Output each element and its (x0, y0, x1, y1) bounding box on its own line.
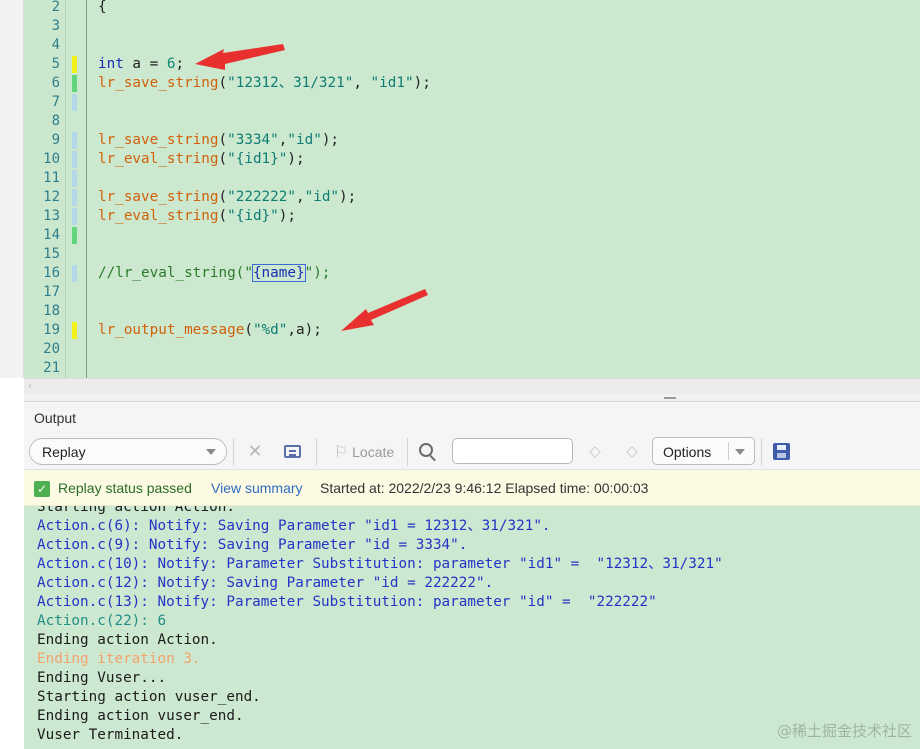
replay-status-text: Replay status passed (58, 480, 192, 496)
check-icon: ✓ (34, 481, 50, 497)
log-line: Action.c(10): Notify: Parameter Substitu… (37, 556, 723, 572)
chevron-down-icon[interactable] (735, 449, 745, 455)
log-line: Action.c(12): Notify: Saving Parameter "… (37, 575, 494, 591)
log-mode-value: Replay (42, 444, 86, 460)
horizontal-scrollbar[interactable]: ‹ (24, 378, 920, 394)
panel-splitter[interactable] (24, 394, 920, 402)
toolbar-separator (233, 438, 234, 466)
output-panel-header: Output (24, 402, 920, 432)
log-line: Action.c(9): Notify: Saving Parameter "i… (37, 537, 468, 553)
locate-button[interactable]: ⚐ Locate (326, 438, 402, 465)
flag-icon: ⚐ (333, 441, 349, 461)
chevron-down-icon (206, 449, 216, 455)
watermark: @稀土掘金技术社区 (776, 722, 912, 740)
log-mode-select[interactable]: Replay (29, 438, 227, 465)
find-next-button[interactable]: ◇ (621, 438, 643, 465)
log-line: Action.c(6): Notify: Saving Parameter "i… (37, 518, 551, 534)
scroll-left-icon[interactable]: ‹ (28, 381, 32, 393)
export-log-button[interactable] (280, 438, 304, 465)
export-icon (283, 445, 301, 458)
toolbar-separator (761, 438, 762, 466)
locate-label: Locate (352, 443, 395, 460)
output-toolbar: Replay ✕ ⚐ Locate ◇ ◇ Options (24, 432, 920, 470)
toolbar-separator (316, 438, 317, 466)
log-line: Ending Vuser... (37, 670, 167, 686)
log-line: Starting action Action. (37, 506, 235, 515)
search-icon (419, 442, 433, 457)
options-label: Options (663, 444, 712, 460)
log-line: Ending action Action. (37, 632, 218, 648)
log-line: Action.c(22): 6 (37, 613, 167, 629)
log-line: Ending iteration 3. (37, 651, 201, 667)
options-dropdown-button[interactable]: Options (652, 437, 755, 465)
annotation-arrows (195, 44, 428, 331)
log-line: Ending action vuser_end. (37, 708, 244, 724)
options-divider (728, 442, 729, 460)
log-line: Vuser Terminated. (37, 727, 184, 743)
previous-icon: ◇ (589, 442, 601, 460)
search-input[interactable] (452, 438, 573, 464)
view-summary-link[interactable]: View summary (211, 480, 303, 496)
close-icon: ✕ (247, 440, 263, 462)
search-button[interactable] (415, 438, 441, 465)
clear-output-button[interactable]: ✕ (242, 438, 268, 465)
code-editor[interactable]: 2{3 4 5 int a = 6; 6 lr_save_string("12312、31… (0, 0, 920, 378)
replay-log[interactable]: Starting action Action. Action.c(6): Noti… (24, 506, 920, 749)
replay-timing-info: Started at: 2022/2/23 9:46:12 Elapsed ti… (320, 480, 649, 496)
toolbar-separator (407, 438, 408, 466)
log-line: Action.c(13): Notify: Parameter Substitu… (37, 594, 657, 610)
replay-status-bar: ✓ Replay status passed View summary Star… (24, 470, 920, 506)
arrow-annotation-line5 (195, 44, 285, 70)
save-icon (772, 443, 790, 460)
log-line: Starting action vuser_end. (37, 689, 261, 705)
save-log-button[interactable] (768, 438, 794, 465)
output-panel-title: Output (34, 410, 77, 426)
splitter-grip-icon[interactable] (664, 397, 676, 399)
next-icon: ◇ (626, 442, 638, 460)
arrow-annotation-line19 (341, 289, 428, 331)
find-previous-button[interactable]: ◇ (584, 438, 606, 465)
